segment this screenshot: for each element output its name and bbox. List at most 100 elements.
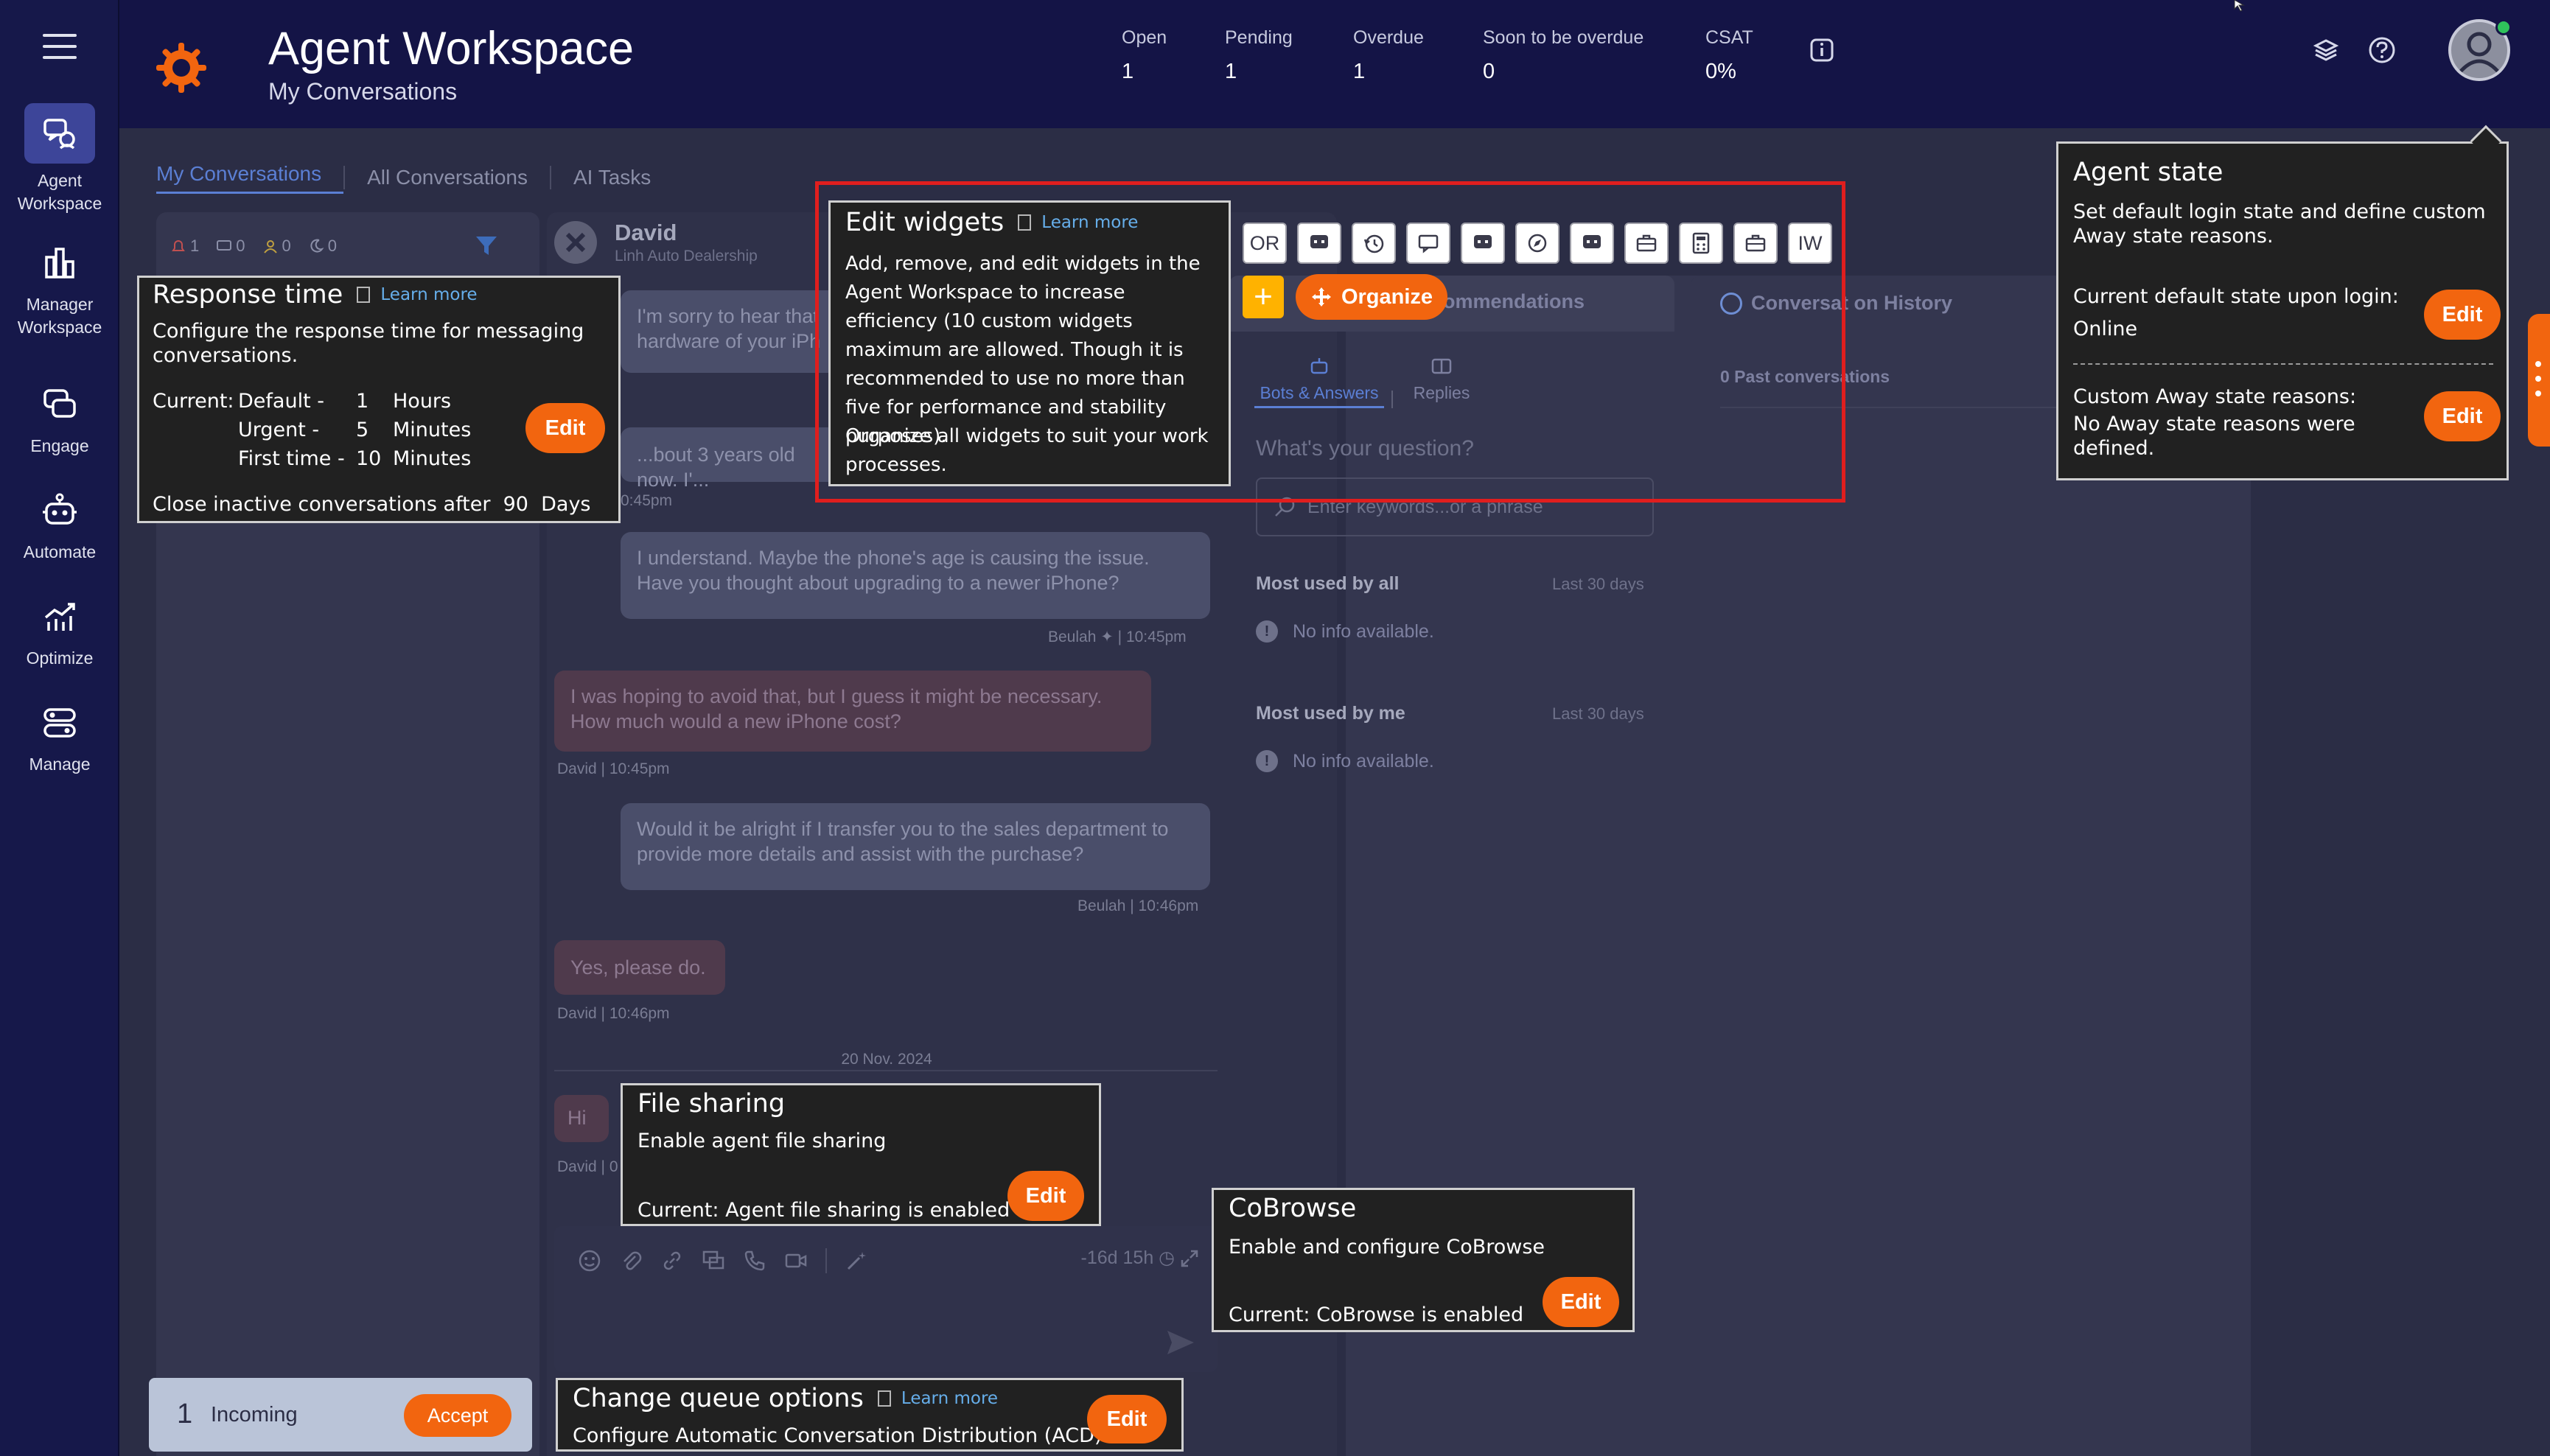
divider (549, 165, 551, 189)
chat-message: I understand. Maybe the phone's age is c… (621, 532, 1210, 619)
stat-label: Pending (1225, 27, 1293, 48)
phone-icon[interactable] (743, 1249, 766, 1273)
stat-csat[interactable]: CSAT 0% (1705, 27, 1753, 85)
message-line: ...bout 3 years old now. I'... (637, 444, 795, 491)
stat-value: 0% (1705, 60, 1736, 83)
stat-open[interactable]: Open 1 (1122, 27, 1167, 85)
edit-queue-options-button[interactable]: Edit (1087, 1395, 1167, 1443)
help-icon[interactable] (2364, 32, 2400, 68)
message-line: I was hoping to avoid that, but I guess … (570, 685, 1103, 707)
learn-more-link[interactable]: Learn more (877, 1389, 999, 1408)
response-row: Urgent - 5 Minutes (238, 416, 474, 444)
tab-my-conversations[interactable]: My Conversations (156, 161, 344, 194)
stat-label: Open (1122, 27, 1167, 48)
chat-message: ...bout 3 years old now. I'... (621, 427, 842, 491)
popup-title: CoBrowse (1229, 1194, 1357, 1223)
row-unit: Minutes (393, 419, 472, 441)
message-meta: David | 10:45pm (557, 760, 670, 777)
row-unit: Hours (393, 390, 452, 413)
sender-name: Beulah (1077, 897, 1126, 914)
tab-all-conversations[interactable]: All Conversations (367, 164, 550, 191)
emoji-icon[interactable] (578, 1249, 601, 1273)
message-line: Yes, please do. (570, 956, 706, 979)
page-title: Agent Workspace (268, 23, 635, 74)
chat-message: I'm sorry to hear that hardware of your … (621, 290, 842, 373)
filter-messages[interactable]: 0 (215, 237, 245, 256)
row-name: First time - (238, 447, 345, 470)
no-info-message: ! No info available. (1256, 750, 1434, 772)
accept-button[interactable]: Accept (404, 1394, 511, 1437)
chat-message: I was hoping to avoid that, but I guess … (554, 671, 1151, 752)
learn-more-link[interactable]: Learn more (357, 285, 478, 304)
stat-pending[interactable]: Pending 1 (1225, 27, 1293, 85)
chat-message: Hi (554, 1095, 609, 1142)
close-conversation-icon[interactable] (554, 221, 597, 264)
filter-users[interactable]: 0 (262, 237, 291, 256)
incoming-label: Incoming (211, 1403, 298, 1427)
top-header: Agent Workspace My Conversations Open 1 … (119, 0, 2550, 128)
stat-overdue[interactable]: Overdue 1 (1353, 27, 1424, 85)
tab-ai-tasks[interactable]: AI Tasks (573, 164, 673, 191)
message-line: hardware of your iPh (637, 330, 821, 352)
row-value: 10 (356, 447, 382, 470)
cobrowse-icon[interactable] (702, 1249, 725, 1273)
filter-alerts[interactable]: 1 (170, 237, 199, 256)
filter-snoozed[interactable]: 0 (307, 237, 337, 256)
magic-wand-icon[interactable] (845, 1249, 868, 1273)
expand-icon[interactable] (1179, 1248, 1200, 1269)
divider (825, 1248, 827, 1273)
document-icon (877, 1390, 891, 1407)
chat-message: Yes, please do. (554, 940, 725, 995)
popup-description: Enable and configure CoBrowse (1229, 1236, 1545, 1259)
nav-item-agent-workspace[interactable]: Agent Workspace (0, 103, 119, 215)
popup-header: Response time Learn more (153, 278, 478, 312)
stat-soon-overdue[interactable]: Soon to be overdue 0 (1483, 27, 1643, 85)
conversation-tabs: My Conversations All Conversations AI Ta… (156, 161, 673, 194)
edit-default-state-button[interactable]: Edit (2424, 290, 2501, 340)
timer-value: -16d 15h (1080, 1247, 1154, 1268)
popup-title: File sharing (638, 1089, 786, 1119)
filter-icon[interactable] (474, 234, 499, 259)
edit-away-reasons-button[interactable]: Edit (2424, 391, 2501, 441)
row-unit: Minutes (393, 447, 472, 470)
learn-more-text: Learn more (901, 1389, 999, 1408)
incoming-bar: 1 Incoming Accept (149, 1378, 532, 1452)
message-icon (217, 240, 232, 251)
nav-item-manager-workspace[interactable]: Manager Workspace (0, 233, 119, 339)
period-label: Last 30 days (1552, 704, 1644, 723)
composer-toolbar (578, 1248, 886, 1273)
edit-cobrowse-button[interactable]: Edit (1543, 1277, 1619, 1327)
edit-file-sharing-button[interactable]: Edit (1007, 1171, 1084, 1221)
nav-item-manage[interactable]: Manage (0, 693, 119, 776)
send-icon[interactable] (1166, 1329, 1195, 1356)
bell-icon (172, 240, 185, 251)
online-status-icon (2495, 19, 2512, 35)
menu-icon[interactable] (43, 34, 77, 63)
nav-label: Automate (23, 542, 97, 561)
nav-item-optimize[interactable]: Optimize (0, 587, 119, 670)
attachment-icon[interactable] (619, 1249, 643, 1273)
message-line: I understand. Maybe the phone's age is c… (637, 547, 1150, 569)
period-label: Last 30 days (1552, 575, 1644, 593)
stat-value: 1 (1225, 60, 1237, 83)
manage-icon (24, 693, 95, 753)
user-icon (263, 240, 277, 253)
cobrowse-popup: CoBrowse Enable and configure CoBrowse C… (1212, 1188, 1635, 1332)
message-line: provide more details and assist with the… (637, 843, 1084, 865)
agent-workspace-icon (24, 103, 95, 164)
side-panel-handle[interactable] (2528, 314, 2550, 447)
message-composer[interactable]: -16d 15h ◷ (554, 1226, 1218, 1372)
file-sharing-popup: File sharing Enable agent file sharing C… (621, 1083, 1101, 1226)
edit-response-time-button[interactable]: Edit (525, 403, 605, 453)
document-icon (357, 287, 371, 303)
stat-label: Soon to be overdue (1483, 27, 1644, 48)
widgets-highlight-box (815, 181, 1845, 503)
layers-icon[interactable] (2308, 32, 2344, 68)
link-icon[interactable] (660, 1249, 684, 1273)
nav-item-engage[interactable]: Engage (0, 374, 119, 458)
stat-value: 1 (1353, 60, 1366, 83)
nav-label: Manage (29, 755, 91, 774)
video-icon[interactable] (784, 1249, 808, 1273)
info-icon[interactable] (1804, 32, 1840, 68)
nav-item-automate[interactable]: Automate (0, 480, 119, 564)
